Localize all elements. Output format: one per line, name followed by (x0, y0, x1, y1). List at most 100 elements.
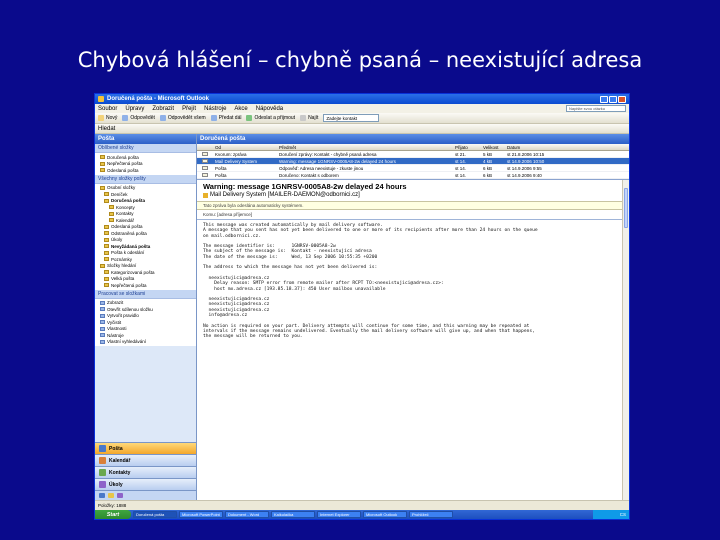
favorite-item-sent[interactable]: Odeslaná pošta (95, 167, 196, 174)
info-bar[interactable]: Tato zpráva byla odeslána automaticky sy… (197, 201, 629, 210)
status-item-count: Položky: 1888 (98, 503, 127, 508)
message-row[interactable]: Pošta Odpověď: Adresa neexistuje - zkuste… (197, 165, 629, 172)
envelope-icon (202, 158, 208, 163)
message-size: 5 kB (483, 151, 493, 157)
folder-label: Doručená pošta (111, 198, 146, 204)
nav-button[interactable]: Kontakty (95, 466, 196, 478)
reply-icon (122, 115, 129, 121)
reading-pane-scrollbar[interactable] (622, 180, 629, 500)
standard-toolbar: Nový Odpovědět Odpovědět všem Předat dál… (95, 113, 629, 124)
taskbar-item[interactable]: Microsoft PowerPoint (179, 511, 223, 518)
task-icon (100, 326, 105, 331)
message-from: Pošta (215, 165, 227, 171)
message-received: st 14. (455, 158, 467, 164)
menu-view[interactable]: Zobrazit (152, 106, 174, 112)
scrollbar-thumb[interactable] (624, 188, 628, 228)
taskbar-item[interactable]: Kalkulačka (271, 511, 315, 518)
slide-title: Chybová hlášení – chybně psaná – neexist… (77, 48, 643, 72)
task-icon (100, 313, 105, 318)
folder-item[interactable]: Nepřečtená pošta (95, 282, 196, 289)
column-date[interactable]: Datum (505, 145, 559, 150)
status-bar: Položky: 1888 (95, 500, 629, 510)
search-button[interactable]: Hledat (98, 126, 115, 132)
taskbar-item[interactable]: Dokument - Word (225, 511, 269, 518)
maximize-button[interactable] (609, 95, 617, 103)
folder-icon (104, 250, 109, 255)
nav-mini-buttons (95, 490, 196, 500)
message-sender: Mail Delivery System [MAILER-DAEMON@odbo… (203, 192, 625, 198)
folder-icon (104, 270, 109, 275)
menu-tools[interactable]: Nástroje (204, 106, 226, 112)
taskbar-item[interactable]: Internet Explorer (317, 511, 361, 518)
message-size: 6 kB (483, 165, 493, 171)
nav-button-icon (99, 469, 106, 476)
folder-label: Nepřečtená pošta (111, 282, 147, 288)
reply-all-icon (159, 115, 166, 121)
folder-icon (100, 155, 105, 160)
message-received: st 14. (455, 165, 467, 171)
outlook-window: Doručená pošta - Microsoft Outlook Soubo… (94, 93, 630, 520)
message-date: st 14.9.2006 9:40 (507, 172, 542, 178)
mail-mini-icon[interactable] (99, 493, 105, 498)
folder-icon (100, 263, 105, 268)
folder-tree: Osobní složky Deníček Doručená pošta Koncep… (95, 183, 196, 290)
folder-icon (104, 237, 109, 242)
message-row[interactable]: Mail Delivery System Warning: message 1GN… (197, 158, 629, 165)
tasks-section-label[interactable]: Pracovat se složkami (95, 289, 196, 299)
address-search-field[interactable]: Zadejte kontakt (323, 114, 380, 122)
all-folders-section-label[interactable]: Všechny složky pošty (95, 174, 196, 184)
menu-file[interactable]: Soubor (98, 106, 117, 112)
column-subject[interactable]: Předmět (277, 145, 453, 150)
folder-task-link[interactable]: Vlastní vyhledávání (95, 339, 196, 346)
help-question-input[interactable]: Napište svou otázku (566, 105, 626, 112)
taskbar-item[interactable]: Prohlížeč (409, 511, 453, 518)
reply-button[interactable]: Odpovědět (122, 115, 155, 121)
folder-icon (104, 192, 109, 197)
minimize-button[interactable] (600, 95, 608, 103)
favorites-section-label[interactable]: Oblíbené složky (95, 144, 196, 153)
new-mail-icon (98, 115, 104, 121)
close-button[interactable] (618, 95, 626, 103)
send-receive-button[interactable]: Odeslat a přijmout (246, 115, 295, 121)
folder-label: Pošta k odeslání (111, 250, 145, 256)
system-tray: CS (593, 510, 629, 519)
task-icon (100, 320, 105, 325)
taskbar-item[interactable]: Microsoft Outlook (363, 511, 407, 518)
taskbar-item[interactable]: Doručená pošta (133, 511, 177, 518)
column-size[interactable]: Velikost (481, 145, 505, 150)
message-body: This message was created automatically b… (203, 223, 538, 340)
message-list-header: Od Předmět Přijato Velikost Datum (197, 144, 629, 151)
shortcut-mini-icon[interactable] (117, 493, 123, 498)
folder-mini-icon[interactable] (108, 493, 114, 498)
menu-actions[interactable]: Akce (234, 106, 247, 112)
column-received[interactable]: Přijato (453, 145, 481, 150)
new-button[interactable]: Nový (98, 115, 117, 121)
forward-button[interactable]: Předat dál (210, 115, 241, 121)
message-row[interactable]: Kvorum: zpráva Doručení zprávy: Kontakt -… (197, 151, 629, 158)
menu-help[interactable]: Nápověda (256, 106, 283, 112)
folder-label: Odstraněná pošta (111, 230, 147, 236)
folder-icon (109, 211, 114, 216)
message-icons-cell (197, 158, 213, 164)
reply-all-button[interactable]: Odpovědět všem (159, 115, 206, 121)
menu-edit[interactable]: Úpravy (125, 106, 144, 112)
nav-button[interactable]: Úkoly (95, 478, 196, 490)
start-button[interactable]: Start (95, 510, 131, 519)
menu-go[interactable]: Přejít (182, 106, 196, 112)
nav-button[interactable]: Pošta (95, 442, 196, 454)
message-icons-cell (197, 151, 213, 157)
message-list: Kvorum: zpráva Doručení zprávy: Kontakt -… (197, 151, 629, 179)
folder-task-label: Vlastní vyhledávání (107, 339, 147, 345)
message-size: 6 kB (483, 172, 493, 178)
column-from[interactable]: Od (213, 145, 277, 150)
nav-button-label: Úkoly (109, 481, 123, 488)
folder-icon (109, 218, 114, 223)
find-button[interactable]: Najít (300, 115, 318, 121)
nav-button[interactable]: Kalendář (95, 454, 196, 466)
sender-name[interactable]: Mail Delivery System [MAILER-DAEMON@odbo… (210, 192, 360, 198)
message-row[interactable]: Pošta Doručeno: Kontakt s odborem st 14. 6 … (197, 172, 629, 179)
folder-icon (104, 224, 109, 229)
warning-icon (203, 192, 208, 198)
folder-icon (109, 205, 114, 210)
reading-pane: Warning: message 1GNRSV-0005A8-2w delaye… (197, 179, 629, 500)
